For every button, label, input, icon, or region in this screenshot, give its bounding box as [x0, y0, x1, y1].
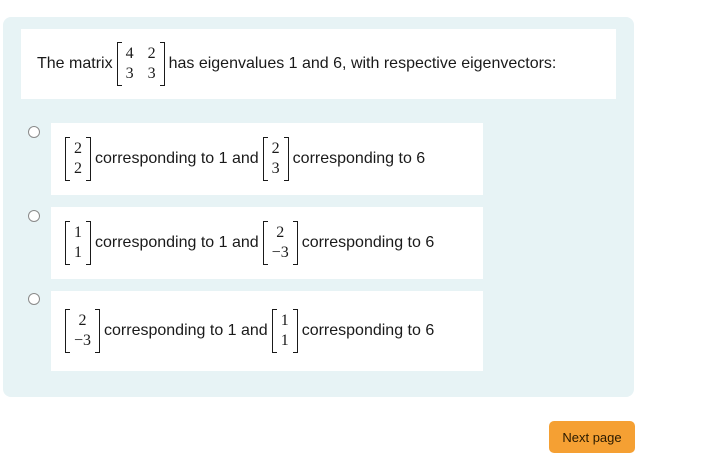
vector-entry: 1: [74, 224, 82, 241]
eigenvector-2: 2 −3: [262, 221, 298, 265]
vector-entry: 2: [276, 224, 285, 241]
vector-entry: −3: [74, 332, 92, 349]
question-prefix: The matrix: [37, 55, 113, 72]
option-end-text: corresponding to 6: [301, 322, 435, 339]
option-end-text: corresponding to 6: [292, 150, 426, 167]
option-end-text: corresponding to 6: [301, 234, 435, 251]
next-page-button[interactable]: Next page: [549, 421, 635, 453]
option-mid-text: corresponding to 1 and: [104, 322, 268, 339]
option-2-radio[interactable]: [28, 210, 40, 222]
vector-entry: 1: [280, 312, 289, 329]
vector-entry: 2: [74, 140, 82, 157]
vector-entry: −3: [271, 244, 289, 261]
vector-entry: 3: [271, 160, 280, 177]
matrix-cell: 2: [147, 45, 156, 62]
eigenvector-2: 1 1: [271, 309, 298, 353]
option-mid-text: corresponding to 1 and: [95, 234, 259, 251]
vector-entry: 1: [74, 244, 82, 261]
question-matrix: 4 2 3 3: [116, 42, 165, 86]
vector-entry: 2: [78, 312, 87, 329]
option-2[interactable]: 1 1 corresponding to 1 and 2 −3 correspo…: [51, 207, 483, 279]
matrix-cell: 4: [125, 45, 134, 62]
option-mid-text: corresponding to 1 and: [95, 150, 259, 167]
eigenvector-1: 1 1: [65, 221, 91, 265]
eigenvector-2: 2 3: [262, 137, 289, 181]
matrix-cell: 3: [125, 65, 134, 82]
question-text: The matrix 4 2 3 3 has eigenvalues 1 and…: [21, 29, 616, 99]
question-suffix: has eigenvalues 1 and 6, with respective…: [168, 55, 557, 72]
option-1[interactable]: 2 2 corresponding to 1 and 2 3 correspon…: [51, 123, 483, 195]
vector-entry: 1: [280, 332, 289, 349]
eigenvector-1: 2 2: [65, 137, 91, 181]
matrix-cell: 3: [147, 65, 156, 82]
eigenvector-1: 2 −3: [65, 309, 101, 353]
vector-entry: 2: [74, 160, 82, 177]
option-1-radio[interactable]: [28, 126, 40, 138]
option-3-radio[interactable]: [28, 293, 40, 305]
vector-entry: 2: [271, 140, 280, 157]
option-3[interactable]: 2 −3 corresponding to 1 and 1 1 correspo…: [51, 291, 483, 371]
